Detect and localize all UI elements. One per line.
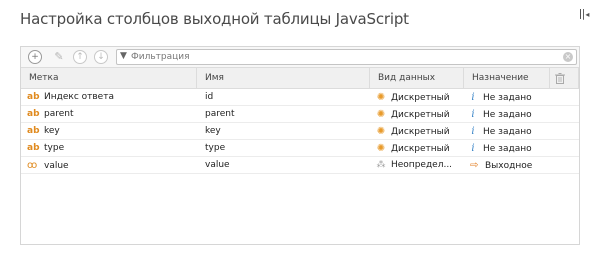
row-data-type[interactable]: Дискретный: [391, 93, 450, 103]
row-label: parent: [44, 109, 74, 119]
row-label: Индекс ответа: [44, 92, 114, 102]
row-purpose[interactable]: Выходное: [485, 161, 532, 171]
row-label: key: [44, 126, 60, 136]
column-header-name[interactable]: Имя: [197, 68, 370, 89]
edit-icon[interactable]: ✎: [52, 50, 66, 64]
gear-icon: ✺: [376, 143, 386, 154]
gear-icon: ✺: [376, 92, 386, 103]
row-name: parent: [205, 109, 235, 119]
row-data-type[interactable]: Дискретный: [391, 144, 450, 154]
row-label: value: [44, 161, 69, 171]
row-name: type: [205, 143, 226, 153]
row-name: key: [205, 126, 221, 136]
row-purpose[interactable]: Не задано: [483, 110, 532, 120]
gear-icon: ✺: [376, 126, 386, 137]
row-data-type[interactable]: Неопредел...: [391, 160, 452, 170]
info-icon: i: [471, 143, 475, 154]
filter-funnel-icon: ▼: [120, 51, 127, 61]
column-header-purpose[interactable]: Назначение: [464, 68, 550, 89]
table-row[interactable]: ab type type ✺ Дискретный i Не задано: [21, 140, 579, 157]
collapse-panel-icon[interactable]: |◂: [576, 7, 592, 23]
move-down-icon[interactable]: ↓: [94, 50, 108, 64]
string-type-icon: ab: [27, 109, 40, 119]
page-title: Настройка столбцов выходной таблицы Java…: [20, 10, 409, 28]
info-icon: i: [471, 109, 475, 120]
table-header: Метка Имя Вид данных Назначение: [21, 68, 579, 89]
info-icon: i: [471, 92, 475, 103]
row-name: value: [205, 160, 230, 170]
string-type-icon: ab: [27, 126, 40, 136]
add-column-icon[interactable]: +: [28, 50, 42, 64]
column-header-data-type[interactable]: Вид данных: [370, 68, 464, 89]
row-data-type[interactable]: Дискретный: [391, 110, 450, 120]
table-row[interactable]: ab key key ✺ Дискретный i Не задано: [21, 123, 579, 140]
toolbar: + ✎ ↑ ↓ ▼ ×: [21, 47, 579, 68]
delete-icon[interactable]: [555, 73, 565, 84]
info-icon: i: [471, 126, 475, 137]
filter-field[interactable]: ▼ ×: [116, 49, 577, 65]
table-row[interactable]: ab Индекс ответа id ✺ Дискретный i Не задан…: [21, 89, 579, 106]
string-type-icon: ab: [27, 143, 40, 153]
row-purpose[interactable]: Не задано: [483, 93, 532, 103]
string-type-icon: ab: [27, 92, 40, 102]
row-purpose[interactable]: Не задано: [483, 127, 532, 137]
row-purpose[interactable]: Не задано: [483, 144, 532, 154]
output-arrow-icon: ⇨: [470, 160, 479, 171]
clear-filter-icon[interactable]: ×: [563, 52, 573, 62]
gear-icon: ✺: [376, 109, 386, 120]
table-row[interactable]: ab parent parent ✺ Дискретный i Не задано: [21, 106, 579, 123]
row-name: id: [205, 92, 214, 102]
column-header-label[interactable]: Метка: [21, 68, 197, 89]
columns-panel: + ✎ ↑ ↓ ▼ × Метка Имя Вид данных Назначе…: [20, 46, 580, 245]
row-label: type: [44, 143, 65, 153]
continuous-type-icon: oo: [27, 160, 37, 171]
unknown-type-icon: ⁂: [376, 160, 386, 170]
filter-input[interactable]: [131, 51, 551, 63]
table-row[interactable]: oo value value ⁂ Неопредел... ⇨ Выходное: [21, 157, 579, 174]
row-data-type[interactable]: Дискретный: [391, 127, 450, 137]
move-up-icon[interactable]: ↑: [73, 50, 87, 64]
